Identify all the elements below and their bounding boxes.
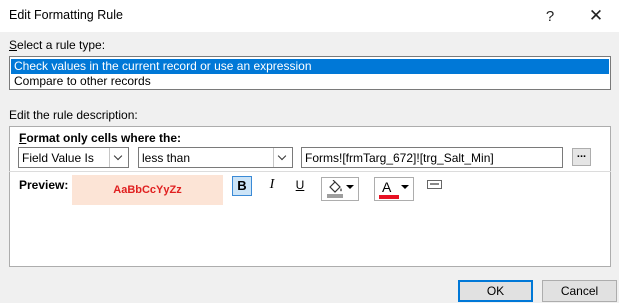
paint-bucket-icon xyxy=(329,180,342,193)
font-color-icon: A xyxy=(382,179,392,195)
enable-disable-icon[interactable] xyxy=(427,180,442,189)
description-divider xyxy=(9,171,611,172)
cancel-button[interactable]: Cancel xyxy=(542,280,617,302)
fill-color-swatch xyxy=(327,194,343,198)
font-color-button[interactable]: A xyxy=(374,177,414,201)
rule-type-label-mnemonic: S xyxy=(9,38,18,52)
title-bar: Edit Formatting Rule ? ✕ xyxy=(0,0,619,32)
underline-button[interactable]: U xyxy=(290,176,310,196)
rule-type-item-compare[interactable]: Compare to other records xyxy=(11,74,609,89)
close-button[interactable]: ✕ xyxy=(573,0,619,32)
italic-button[interactable]: I xyxy=(262,176,282,196)
help-button[interactable]: ? xyxy=(527,0,573,32)
fill-color-button[interactable] xyxy=(321,177,359,201)
condition-label: Format only cells where the: xyxy=(19,131,181,145)
caret-down-icon xyxy=(401,185,409,189)
chevron-down-icon xyxy=(277,151,287,161)
expression-input[interactable]: Forms![frmTarg_672]![trg_Salt_Min] xyxy=(301,147,563,168)
rule-description-label: Edit the rule description: xyxy=(9,108,138,122)
operator-dropdown-button[interactable] xyxy=(273,148,292,167)
operator-select[interactable]: less than xyxy=(138,147,293,168)
bold-button[interactable]: B xyxy=(232,176,252,196)
window-title: Edit Formatting Rule xyxy=(9,8,123,22)
preview-sample: AaBbCcYyZz xyxy=(72,175,223,205)
preview-label: Preview: xyxy=(19,178,69,192)
font-color-swatch xyxy=(379,195,399,199)
expression-input-text: Forms![frmTarg_672]![trg_Salt_Min] xyxy=(305,151,494,165)
operator-select-text: less than xyxy=(142,151,191,165)
field-value-select-text: Field Value Is xyxy=(22,151,94,165)
caret-down-icon xyxy=(346,185,354,189)
field-value-select[interactable]: Field Value Is xyxy=(18,147,129,168)
rule-type-item-expression[interactable]: Check values in the current record or us… xyxy=(11,59,609,74)
rule-type-label: Select a rule type: xyxy=(9,38,105,52)
ok-button[interactable]: OK xyxy=(458,280,533,302)
chevron-down-icon xyxy=(113,151,123,161)
expression-builder-button[interactable]: ... xyxy=(572,148,591,166)
condition-label-rest: ormat only cells where the: xyxy=(26,131,182,145)
field-value-dropdown-button[interactable] xyxy=(109,148,128,167)
rule-type-label-rest: elect a rule type: xyxy=(17,38,106,52)
rule-type-list[interactable]: Check values in the current record or us… xyxy=(9,56,611,90)
